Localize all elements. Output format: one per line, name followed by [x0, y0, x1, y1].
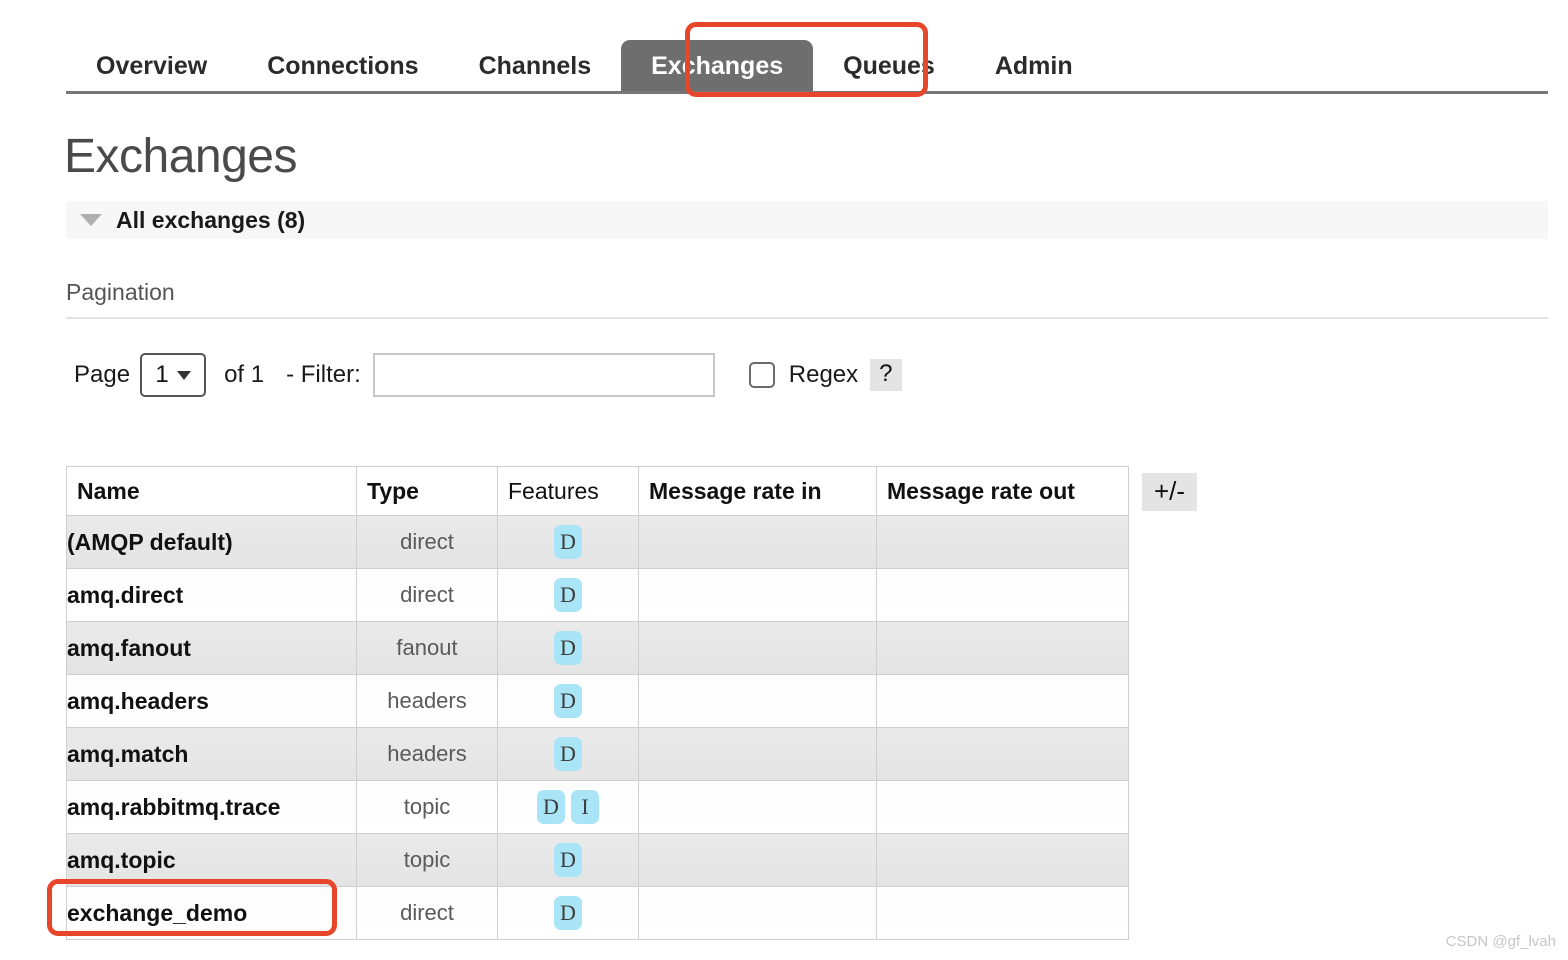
nav-tab-list: Overview Connections Channels Exchanges Queu… [66, 28, 1546, 91]
exchange-name-link[interactable]: amq.headers [66, 674, 357, 728]
feature-badge-d: D [537, 790, 565, 824]
table-head: Name Type Features Message rate in Message r… [66, 466, 1129, 516]
exchange-type: topic [356, 780, 498, 834]
exchange-type: direct [356, 886, 498, 940]
exchange-name-link[interactable]: amq.rabbitmq.trace [66, 780, 357, 834]
regex-checkbox[interactable] [748, 362, 775, 388]
main-navigation: Overview Connections Channels Exchanges Queu… [66, 28, 1546, 91]
message-rate-in-cell [638, 568, 877, 622]
exchange-name-link[interactable]: (AMQP default) [66, 515, 357, 569]
column-header-name[interactable]: Name [66, 466, 357, 516]
exchange-name-link[interactable]: amq.match [66, 727, 357, 781]
message-rate-in-cell [638, 833, 877, 887]
feature-badge-d: D [554, 843, 582, 877]
nav-tab-queues[interactable]: Queues [813, 40, 965, 91]
feature-badge-i: I [571, 790, 599, 824]
page-select[interactable]: 1 [140, 353, 207, 397]
exchange-name-link[interactable]: exchange_demo [66, 886, 357, 940]
column-header-message-rate-out[interactable]: Message rate out [876, 466, 1129, 516]
exchange-features: D [497, 886, 639, 940]
pagination-divider [66, 317, 1548, 319]
message-rate-out-cell [876, 621, 1129, 675]
table-row[interactable]: amq.direct direct D [66, 568, 1129, 622]
exchange-type: direct [356, 568, 498, 622]
page-total-label: of 1 [224, 361, 265, 388]
exchange-type: direct [356, 515, 498, 569]
exchanges-table: Name Type Features Message rate in Message r… [66, 466, 1129, 940]
toggle-columns-button[interactable]: +/- [1142, 473, 1198, 511]
feature-badge-d: D [554, 578, 582, 612]
message-rate-out-cell [876, 727, 1129, 781]
exchange-features: DI [497, 780, 639, 834]
exchange-features: D [497, 515, 639, 569]
feature-badge-d: D [554, 525, 582, 559]
column-header-type[interactable]: Type [356, 466, 498, 516]
nav-tab-channels[interactable]: Channels [449, 40, 622, 91]
exchange-type: headers [356, 674, 498, 728]
filter-input[interactable] [372, 353, 715, 397]
exchange-type: topic [356, 833, 498, 887]
column-header-message-rate-in[interactable]: Message rate in [638, 466, 877, 516]
table-row[interactable]: amq.match headers D [66, 727, 1129, 781]
nav-tab-connections[interactable]: Connections [237, 40, 448, 91]
nav-tab-exchanges[interactable]: Exchanges [621, 40, 814, 91]
message-rate-out-cell [876, 833, 1129, 887]
feature-badge-d: D [554, 631, 582, 665]
exchange-features: D [497, 833, 639, 887]
chevron-down-icon[interactable] [80, 214, 102, 226]
page-title: Exchanges [64, 130, 298, 183]
feature-badge-d: D [554, 896, 582, 930]
exchange-name-link[interactable]: amq.topic [66, 833, 357, 887]
watermark: CSDN @gf_lvah [1445, 933, 1556, 950]
table-row[interactable]: amq.topic topic D [66, 833, 1129, 887]
exchange-features: D [497, 727, 639, 781]
table-row[interactable]: amq.fanout fanout D [66, 621, 1129, 675]
pagination-controls: Page 1 of 1 - Filter: Regex ? [74, 352, 902, 398]
message-rate-in-cell [638, 886, 877, 940]
exchange-features: D [497, 621, 639, 675]
regex-help-button[interactable]: ? [870, 359, 902, 391]
message-rate-out-cell [876, 568, 1129, 622]
message-rate-in-cell [638, 515, 877, 569]
table-body: (AMQP default) direct Damq.direct direct Dam… [66, 515, 1129, 940]
table-header-row: Name Type Features Message rate in Message r… [66, 466, 1129, 516]
feature-badge-d: D [554, 684, 582, 718]
chevron-down-icon [176, 370, 191, 380]
message-rate-out-cell [876, 780, 1129, 834]
exchange-type: fanout [356, 621, 498, 675]
exchange-features: D [497, 568, 639, 622]
table-row[interactable]: amq.rabbitmq.trace topic D I [66, 780, 1129, 834]
filter-label: - Filter: [286, 361, 361, 388]
feature-badge-d: D [554, 737, 582, 771]
table-row[interactable]: exchange_demo direct D [66, 886, 1129, 940]
table-row[interactable]: amq.headers headers D [66, 674, 1129, 728]
message-rate-out-cell [876, 674, 1129, 728]
message-rate-in-cell [638, 727, 877, 781]
nav-tab-overview[interactable]: Overview [66, 40, 237, 91]
exchanges-table-container: Name Type Features Message rate in Message r… [66, 466, 1129, 940]
message-rate-out-cell [876, 515, 1129, 569]
nav-tab-admin[interactable]: Admin [965, 40, 1103, 91]
exchange-name-link[interactable]: amq.direct [66, 568, 357, 622]
message-rate-in-cell [638, 621, 877, 675]
exchange-type: headers [356, 727, 498, 781]
nav-divider [66, 91, 1548, 94]
pagination-heading: Pagination [66, 279, 175, 305]
exchange-features: D [497, 674, 639, 728]
message-rate-out-cell [876, 886, 1129, 940]
column-header-features[interactable]: Features [497, 466, 639, 516]
message-rate-in-cell [638, 674, 877, 728]
page-select-value: 1 [155, 361, 169, 388]
table-row[interactable]: (AMQP default) direct D [66, 515, 1129, 569]
message-rate-in-cell [638, 780, 877, 834]
exchange-name-link[interactable]: amq.fanout [66, 621, 357, 675]
all-exchanges-section-header[interactable]: All exchanges (8) [66, 201, 1548, 239]
all-exchanges-label: All exchanges (8) [116, 206, 306, 233]
page-label: Page [74, 361, 131, 388]
regex-label: Regex [788, 361, 859, 388]
